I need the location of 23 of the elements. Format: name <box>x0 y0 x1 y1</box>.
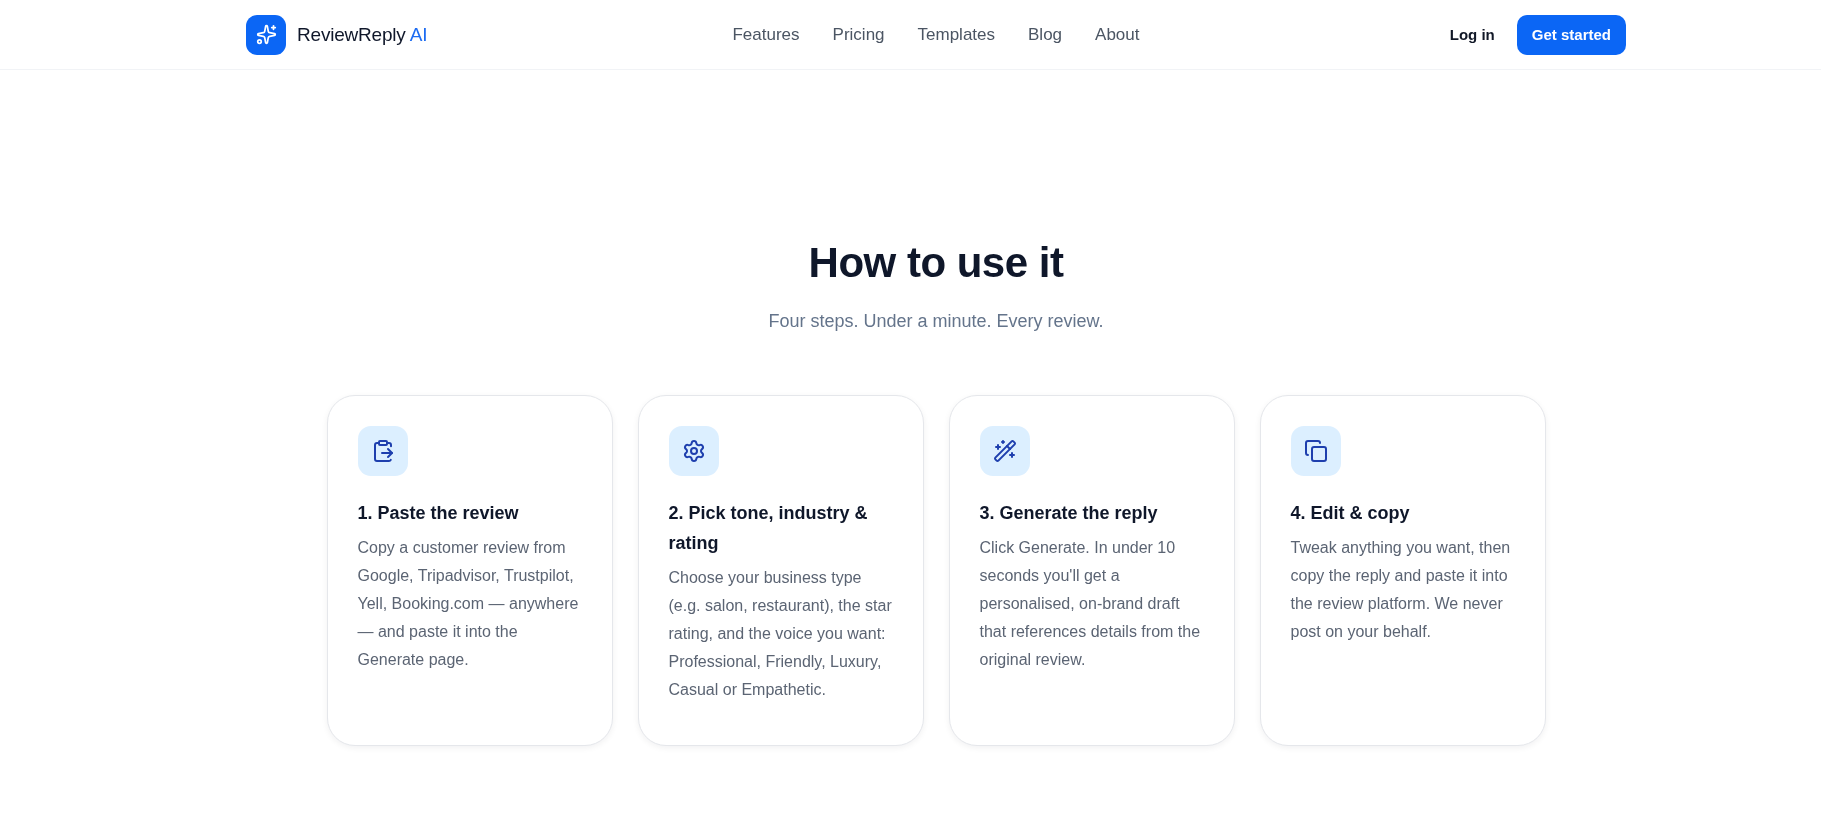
step-title: 3. Generate the reply <box>979 502 1158 525</box>
sparkles-icon <box>246 14 286 55</box>
nav-link[interactable]: About <box>1095 24 1140 45</box>
section-heading: How to use it <box>808 238 1064 288</box>
nav-link[interactable]: Blog <box>1028 24 1063 45</box>
get-started-button[interactable]: Get started <box>1516 14 1626 55</box>
step-title: 2. Pick tone, industry & rating <box>668 502 869 555</box>
login-link[interactable]: Log in <box>1449 26 1495 43</box>
magic-wand-icon <box>979 426 1030 476</box>
step-title: 4. Edit & copy <box>1290 502 1410 525</box>
step-description: Tweak anything you want, then copy the reply and paste it into the review platform. We never post on your behalf. <box>1290 538 1512 642</box>
brand-name[interactable]: ReviewReply AI <box>297 23 428 46</box>
nav-link[interactable]: Templates <box>917 24 996 45</box>
section-subtitle: Four steps. Under a minute. Every review. <box>768 310 1104 333</box>
step-description: Copy a customer review from Google, Tripadvisor, Trustpilot, Yell, Booking.com — anywhere — and paste it into the Generate page. <box>357 538 580 670</box>
step-description: Click Generate. In under 10 seconds you'll get a personalised, on-brand draft that references details from the original review. <box>979 538 1202 670</box>
nav-link[interactable]: Pricing <box>832 24 885 45</box>
step-description: Choose your business type (e.g. salon, restaurant), the star rating, and the voice you want: Professional, Friendly, Luxury, Casual or Empathetic. <box>668 568 893 700</box>
nav-link[interactable]: Features <box>732 24 800 45</box>
step-title: 1. Paste the review <box>357 502 519 525</box>
gear-icon <box>668 426 719 476</box>
copy-icon <box>1290 426 1341 476</box>
clipboard-arrow-icon <box>357 426 408 476</box>
